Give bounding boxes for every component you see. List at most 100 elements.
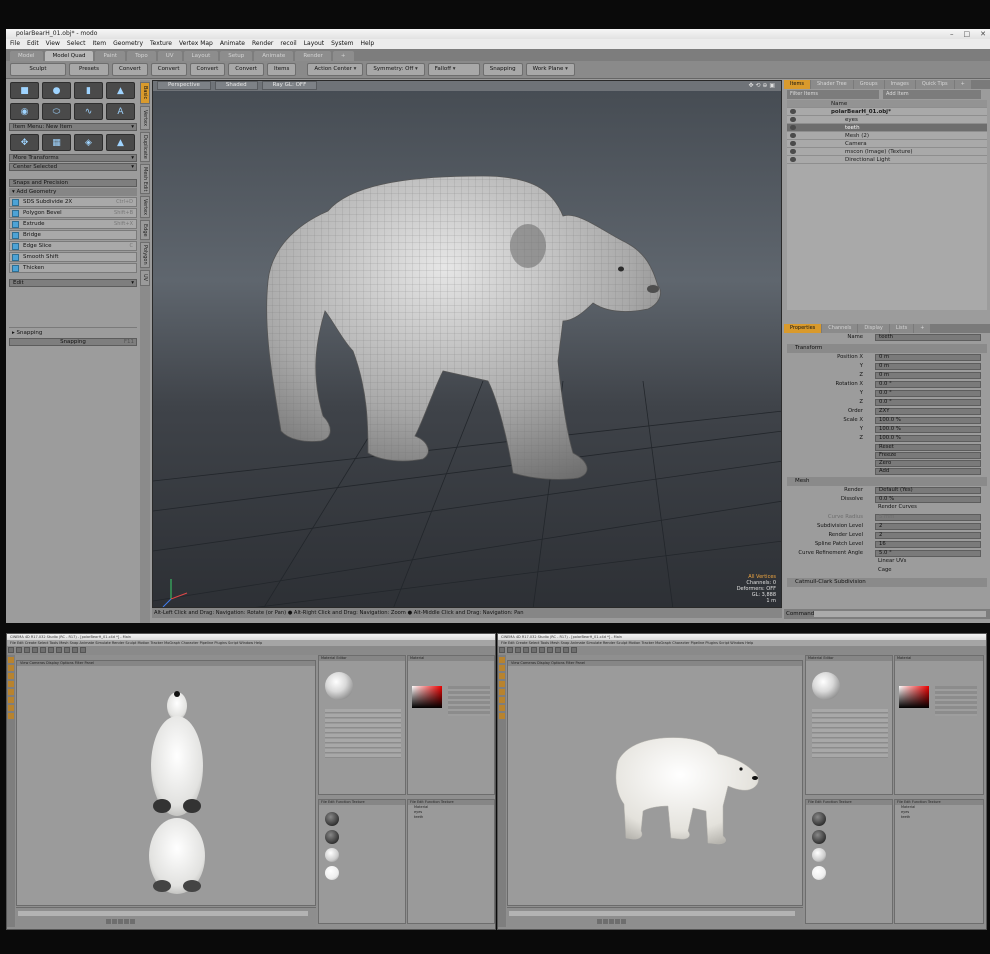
menu-help[interactable]: Help <box>361 39 375 49</box>
tree-item-mesh[interactable]: Mesh (2) <box>787 132 987 140</box>
tab-properties[interactable]: Properties <box>784 324 822 333</box>
rotate-icon[interactable] <box>539 647 545 653</box>
catmull-clark-header[interactable]: Catmull-Clark Subdivision <box>787 578 987 587</box>
tab-lists[interactable]: Lists <box>889 324 914 333</box>
channel-row[interactable] <box>325 744 401 748</box>
vtab-duplicate[interactable]: Duplicate <box>140 132 150 162</box>
c4d-timeline[interactable] <box>16 907 316 927</box>
prop-field[interactable]: 100.0 % <box>875 426 981 433</box>
tool-icon[interactable] <box>8 713 14 719</box>
material-manager-menu[interactable]: File Edit Function Texture <box>319 800 405 805</box>
color-sliders[interactable] <box>935 686 977 716</box>
eye-icon[interactable] <box>790 157 796 162</box>
redo-icon[interactable] <box>16 647 22 653</box>
item-menu-dropdown[interactable]: Item Menu: New Item ▾ <box>9 123 137 131</box>
dissolve-field[interactable]: 0.0 % <box>875 496 981 503</box>
last-frame-icon[interactable] <box>621 919 626 924</box>
channel-row[interactable] <box>325 749 401 753</box>
tool-icon[interactable] <box>499 681 505 687</box>
tab-model-quad[interactable]: Model Quad <box>44 51 94 61</box>
scale-icon[interactable]: ◈ <box>74 134 103 151</box>
edit-dropdown[interactable]: Edit ▾ <box>9 279 137 287</box>
menu-layout[interactable]: Layout <box>304 39 324 49</box>
linear-uvs-checkbox[interactable]: Linear UVs <box>875 558 981 566</box>
snapping-toggle[interactable]: Snapping F11 <box>9 338 137 346</box>
undo-icon[interactable] <box>8 647 14 653</box>
tab-setup[interactable]: Setup <box>220 51 253 61</box>
vtab-edge[interactable]: Edge <box>140 220 150 240</box>
menu-recoil[interactable]: recoil <box>280 39 296 49</box>
prev-frame-icon[interactable] <box>112 919 117 924</box>
menu-item[interactable]: Item <box>92 39 106 49</box>
3d-viewport[interactable]: Perspective Shaded Ray GL: OFF ✥ ⟲ ⊕ ▣ A… <box>152 80 782 608</box>
channel-row[interactable] <box>812 754 888 758</box>
zero-button[interactable]: Zero <box>875 460 981 467</box>
first-frame-icon[interactable] <box>106 919 111 924</box>
vtab-vertex-2[interactable]: Vertex <box>140 196 150 218</box>
convert-button-2[interactable]: Convert <box>150 63 187 76</box>
cube-icon[interactable] <box>547 647 553 653</box>
tree-item-light[interactable]: Directional Light <box>787 156 987 164</box>
torus-icon[interactable]: ◉ <box>10 103 39 120</box>
tool-icon[interactable] <box>499 689 505 695</box>
select-icon[interactable] <box>515 647 521 653</box>
tab-add[interactable]: + <box>954 80 971 89</box>
eye-icon[interactable] <box>790 133 796 138</box>
add-item-dropdown[interactable]: Add Item <box>883 90 981 99</box>
reset-button[interactable]: Reset <box>875 444 981 451</box>
tree-item-camera[interactable]: Camera <box>787 140 987 148</box>
channel-row[interactable] <box>325 729 401 733</box>
center-selected-dropdown[interactable]: Center Selected ▾ <box>9 163 137 171</box>
vtab-basic[interactable]: Basic <box>140 82 150 104</box>
sculpt-button[interactable]: Sculpt <box>10 63 66 76</box>
object-item[interactable]: teeth <box>414 815 494 820</box>
subdivision-level-field[interactable]: 2 <box>875 523 981 530</box>
items-button[interactable]: Items <box>267 63 297 76</box>
tab-uv[interactable]: UV <box>157 51 182 61</box>
material-swatch[interactable] <box>812 830 826 844</box>
tab-items[interactable]: Items <box>784 80 810 89</box>
menu-geometry[interactable]: Geometry <box>113 39 143 49</box>
prop-field[interactable]: 0.0 ° <box>875 381 981 388</box>
tab-display[interactable]: Display <box>858 324 889 333</box>
timeline-ruler[interactable] <box>18 911 308 916</box>
tab-images[interactable]: Images <box>884 80 915 89</box>
prop-field[interactable]: 0.0 ° <box>875 390 981 397</box>
spline-patch-level-field[interactable]: 16 <box>875 541 981 548</box>
tool-icon[interactable] <box>499 657 505 663</box>
symmetry-dropdown[interactable]: Symmetry: Off <box>366 63 425 76</box>
menu-select[interactable]: Select <box>67 39 86 49</box>
name-field[interactable]: teeth <box>875 334 981 341</box>
work-plane-dropdown[interactable]: Work Plane <box>525 63 575 76</box>
falloff-dropdown[interactable]: Falloff <box>427 63 480 76</box>
rotate-icon[interactable] <box>48 647 54 653</box>
channel-row[interactable] <box>325 754 401 758</box>
convert-button-1[interactable]: Convert <box>112 63 148 76</box>
object-item[interactable]: teeth <box>901 815 983 820</box>
pen-icon[interactable] <box>555 647 561 653</box>
tab-channels[interactable]: Channels <box>822 324 858 333</box>
tab-groups[interactable]: Groups <box>853 80 884 89</box>
eye-icon[interactable] <box>790 117 796 122</box>
tree-item-image[interactable]: mscon (Image) (Texture) <box>787 148 987 156</box>
material-preview[interactable] <box>325 672 353 700</box>
channel-row[interactable] <box>812 729 888 733</box>
material-swatch[interactable] <box>325 830 339 844</box>
prev-frame-icon[interactable] <box>603 919 608 924</box>
scale-icon[interactable] <box>531 647 537 653</box>
curve-refinement-field[interactable]: 5.0 ° <box>875 550 981 557</box>
timeline-ruler[interactable] <box>509 911 795 916</box>
presets-button[interactable]: Presets <box>69 63 109 76</box>
c4d-viewport[interactable]: View Cameras Display Options Filter Pane… <box>507 660 803 906</box>
tool-icon[interactable] <box>499 673 505 679</box>
material-swatch[interactable] <box>325 848 339 862</box>
add-geometry-header[interactable]: ▾ Add Geometry <box>9 188 137 196</box>
sphere-icon[interactable]: ● <box>42 82 71 99</box>
play-icon[interactable] <box>609 919 614 924</box>
channel-row[interactable] <box>812 709 888 713</box>
channel-row[interactable] <box>812 719 888 723</box>
polar-bear-mesh[interactable] <box>266 175 661 480</box>
vtab-polygon[interactable]: Polygon <box>140 242 150 268</box>
scale-icon[interactable] <box>40 647 46 653</box>
channel-row[interactable] <box>812 749 888 753</box>
